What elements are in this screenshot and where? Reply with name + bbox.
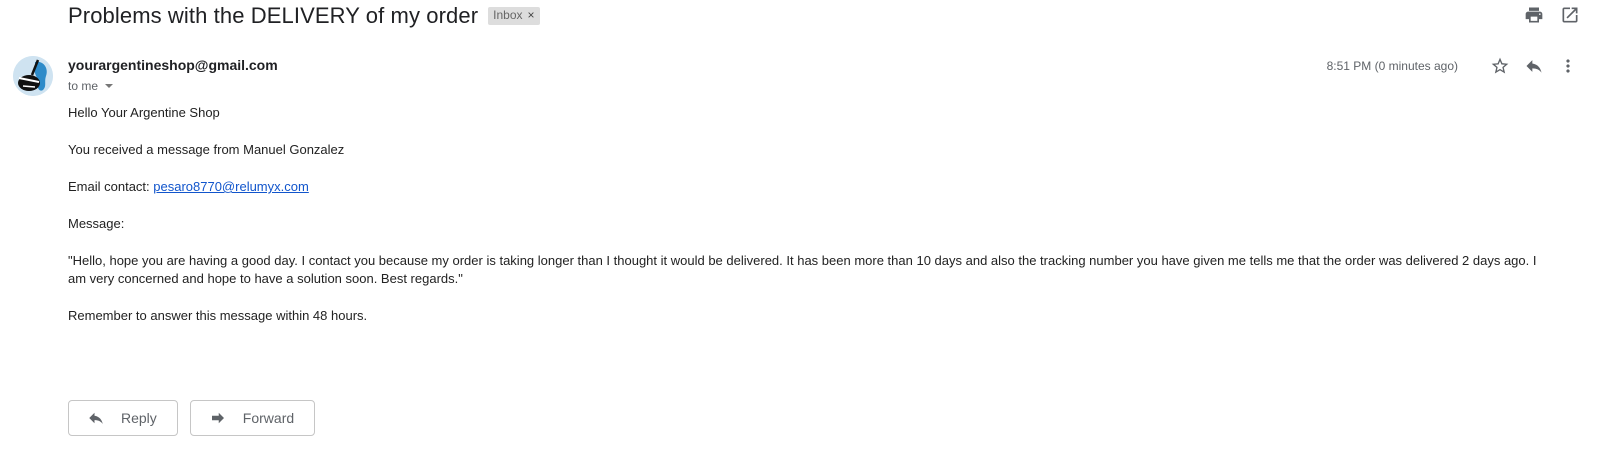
reply-button[interactable]: Reply bbox=[68, 400, 178, 436]
reply-label: Reply bbox=[121, 410, 157, 426]
recipient-details[interactable]: to me bbox=[68, 79, 114, 93]
reminder-line: Remember to answer this message within 4… bbox=[68, 308, 368, 323]
message-label: Message: bbox=[68, 216, 125, 231]
recipient-label: to me bbox=[68, 79, 99, 93]
received-line: You received a message from Manuel Gonza… bbox=[68, 142, 345, 157]
more-vert-icon[interactable] bbox=[1558, 56, 1578, 76]
contact-label: Email contact: bbox=[68, 179, 154, 194]
message-body: Hello Your Argentine Shop You received a… bbox=[68, 104, 1538, 344]
reply-icon[interactable] bbox=[1524, 56, 1544, 76]
forward-button[interactable]: Forward bbox=[189, 400, 316, 436]
forward-icon bbox=[211, 412, 224, 424]
label-chip-name: Inbox bbox=[493, 8, 523, 22]
star-icon[interactable] bbox=[1490, 56, 1510, 76]
greeting-line: Hello Your Argentine Shop bbox=[68, 105, 220, 120]
timestamp: 8:51 PM (0 minutes ago) bbox=[1326, 59, 1458, 73]
open-in-new-icon[interactable] bbox=[1560, 5, 1580, 25]
message-meta: 8:51 PM (0 minutes ago) bbox=[1327, 56, 1578, 76]
contact-line: Email contact: pesaro8770@relumyx.com bbox=[68, 178, 1538, 196]
reply-icon bbox=[89, 412, 103, 424]
sender-email[interactable]: yourargentineshop@gmail.com bbox=[68, 57, 278, 73]
contact-email-link[interactable]: pesaro8770@relumyx.com bbox=[153, 179, 309, 194]
top-toolbar bbox=[1524, 5, 1580, 25]
sender-avatar[interactable] bbox=[13, 56, 53, 96]
label-remove-button[interactable]: × bbox=[528, 8, 535, 23]
print-icon[interactable] bbox=[1524, 5, 1544, 25]
label-chip-inbox: Inbox × bbox=[488, 7, 540, 25]
email-subject: Problems with the DELIVERY of my order bbox=[68, 3, 479, 28]
reply-actions: Reply Forward bbox=[68, 400, 316, 436]
forward-label: Forward bbox=[242, 410, 295, 426]
message-text: "Hello, hope you are having a good day. … bbox=[68, 253, 1537, 286]
subject-row: Problems with the DELIVERY of my order I… bbox=[68, 2, 540, 30]
chevron-down-icon bbox=[105, 84, 114, 88]
